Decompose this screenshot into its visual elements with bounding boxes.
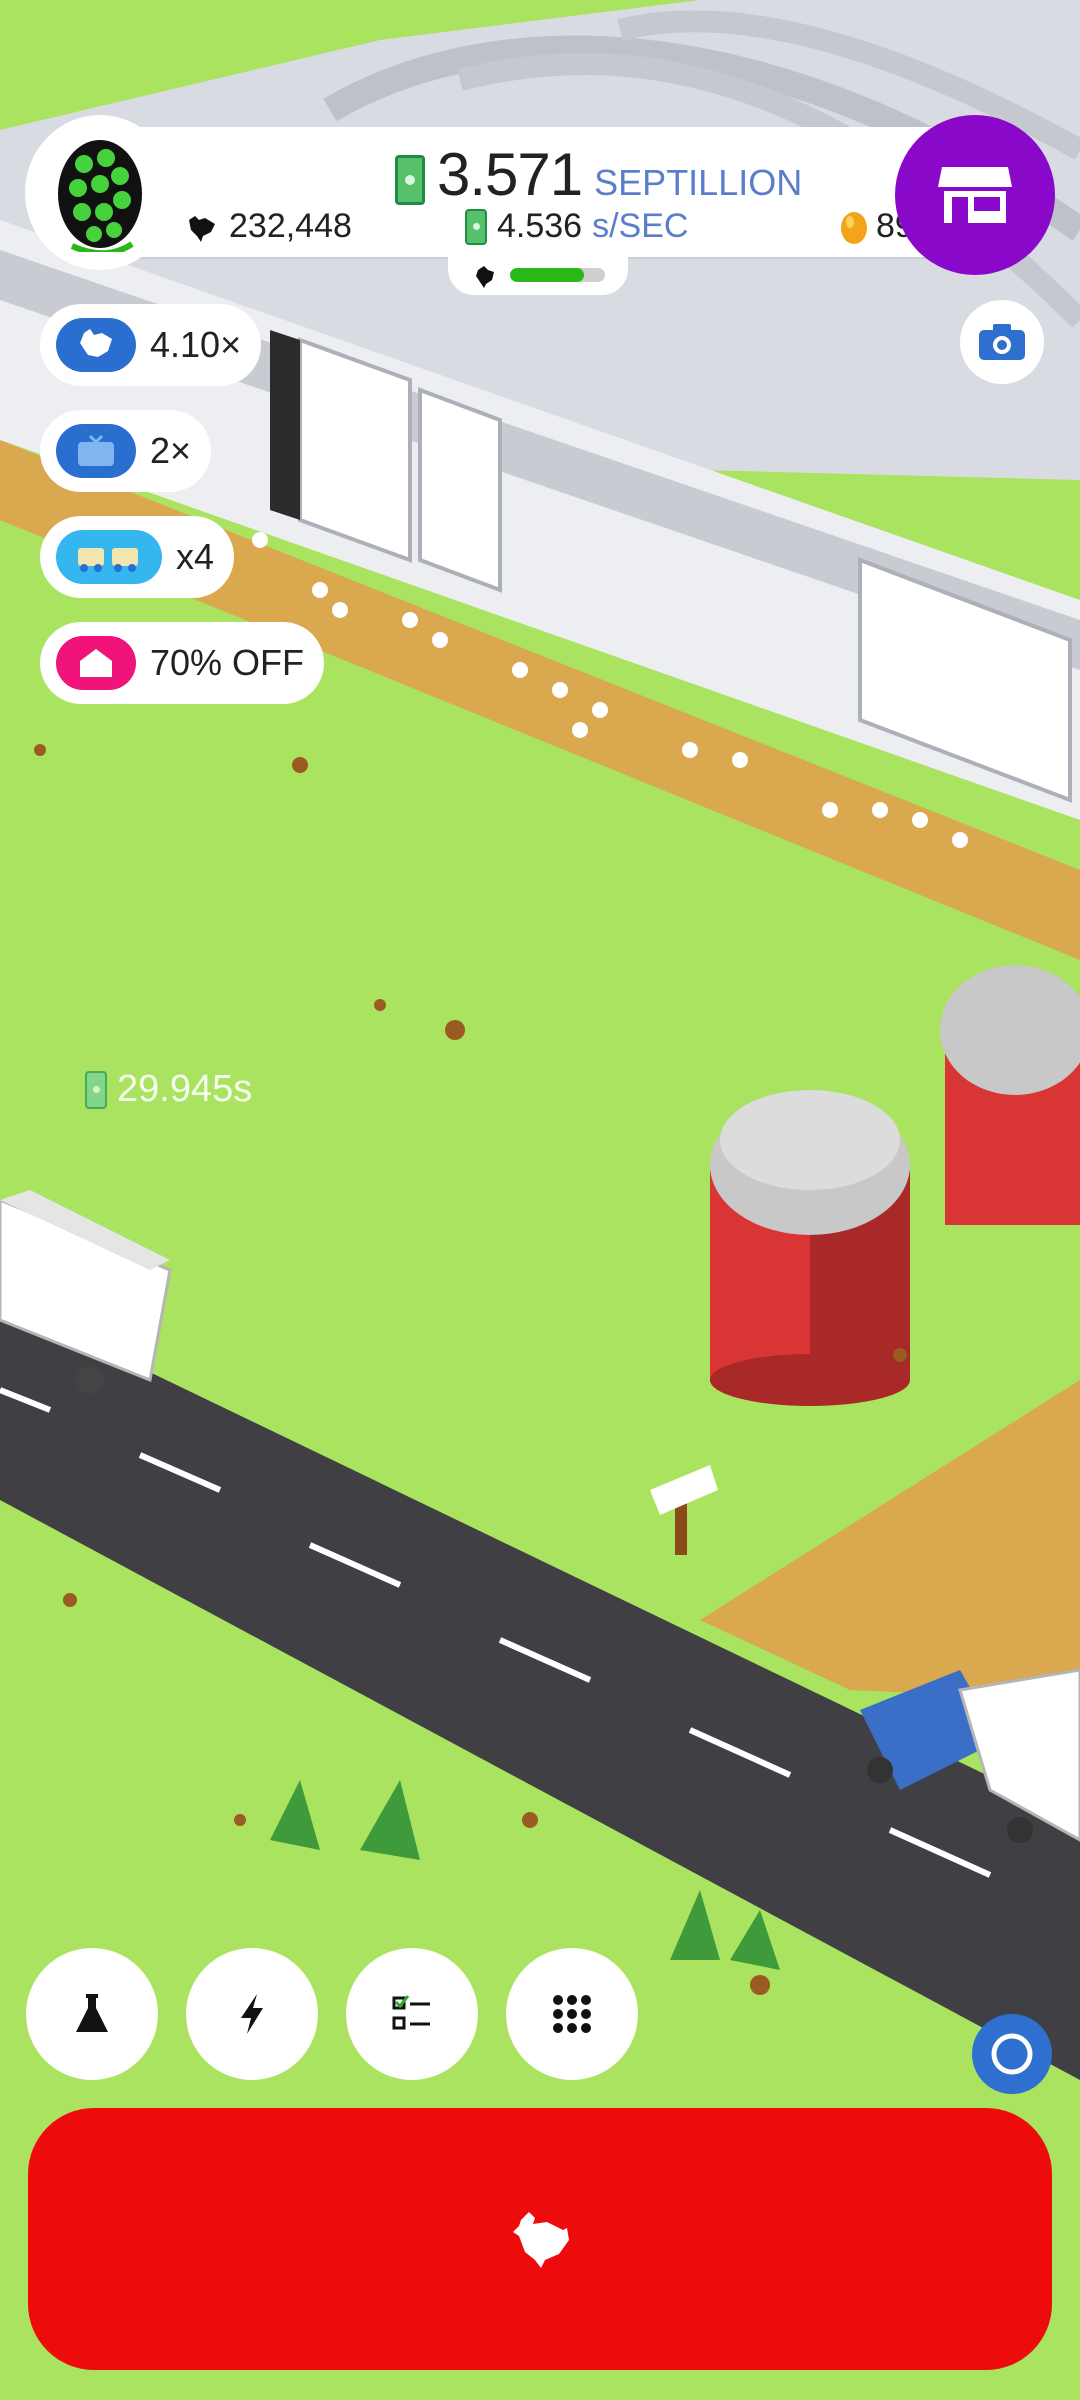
chicken-icon — [80, 329, 112, 357]
shop-button[interactable] — [895, 115, 1055, 275]
checklist-icon — [392, 1995, 430, 2030]
floating-income: 29.945s — [85, 1068, 252, 1111]
stats-row: 232,448 4.536 s/SEC 89 — [185, 207, 915, 251]
egg-avatar-button[interactable] — [25, 115, 175, 270]
vehicles-icon — [78, 548, 138, 572]
income-rate: 4.536 s/SEC — [465, 207, 688, 246]
store-icon — [938, 167, 1012, 223]
chick-icon — [475, 266, 494, 288]
cash-amount: 3.571 — [437, 141, 583, 208]
boost-label: 4.10× — [150, 324, 242, 365]
research-button[interactable] — [26, 1948, 158, 2080]
golden-egg-icon — [841, 211, 867, 244]
tv-icon — [78, 434, 114, 466]
cash-display: 3.571 SEPTILLION — [395, 135, 802, 205]
hatchery-progress-fill — [509, 268, 584, 282]
missions-button[interactable] — [346, 1948, 478, 2080]
flask-icon — [76, 1994, 108, 2032]
boost-label: 70% OFF — [150, 642, 305, 683]
silo-left — [710, 1090, 910, 1406]
lightning-icon — [241, 1994, 263, 2034]
chicken-count-value: 232,448 — [229, 207, 352, 245]
income-rate-value: 4.536 — [497, 207, 583, 245]
chicken-silhouette-icon — [189, 215, 215, 242]
boost-vehicles[interactable]: x4 — [40, 516, 235, 598]
chicken-count: 232,448 — [185, 207, 352, 246]
circle-icon — [991, 2033, 1033, 2075]
boost-discount[interactable]: 70% OFF — [40, 622, 325, 704]
chicken-icon — [513, 2212, 569, 2268]
boost-label: x4 — [176, 536, 215, 577]
boost-chicken-multiplier[interactable]: 4.10× — [40, 304, 262, 386]
assist-button[interactable] — [972, 2014, 1052, 2094]
hatchery-progress-bar — [509, 268, 605, 282]
cash-icon-small — [465, 208, 487, 245]
egg-icon — [58, 139, 142, 252]
grid-icon — [553, 1995, 591, 2033]
boost-label: 2× — [150, 430, 192, 471]
boost-pill — [56, 318, 136, 372]
mailbox — [650, 1465, 718, 1555]
income-rate-unit: s/SEC — [592, 207, 689, 245]
silo-right — [940, 965, 1080, 1225]
boost-button[interactable] — [186, 1948, 318, 2080]
cash-icon — [395, 155, 425, 205]
boost-pill — [56, 530, 162, 584]
cash-icon-floating — [85, 1070, 107, 1109]
cash-unit: SEPTILLION — [594, 162, 803, 203]
camera-icon — [979, 324, 1025, 360]
camera-button[interactable] — [960, 300, 1044, 384]
menu-button[interactable] — [506, 1948, 638, 2080]
boost-pill — [56, 424, 136, 478]
hatchery-progress — [448, 255, 628, 295]
boost-pill — [56, 636, 136, 690]
boost-video-ad[interactable]: 2× — [40, 410, 212, 492]
house-icon — [80, 649, 112, 677]
hatch-chicken-button[interactable] — [28, 2108, 1052, 2370]
floating-income-value: 29.945s — [117, 1068, 253, 1110]
